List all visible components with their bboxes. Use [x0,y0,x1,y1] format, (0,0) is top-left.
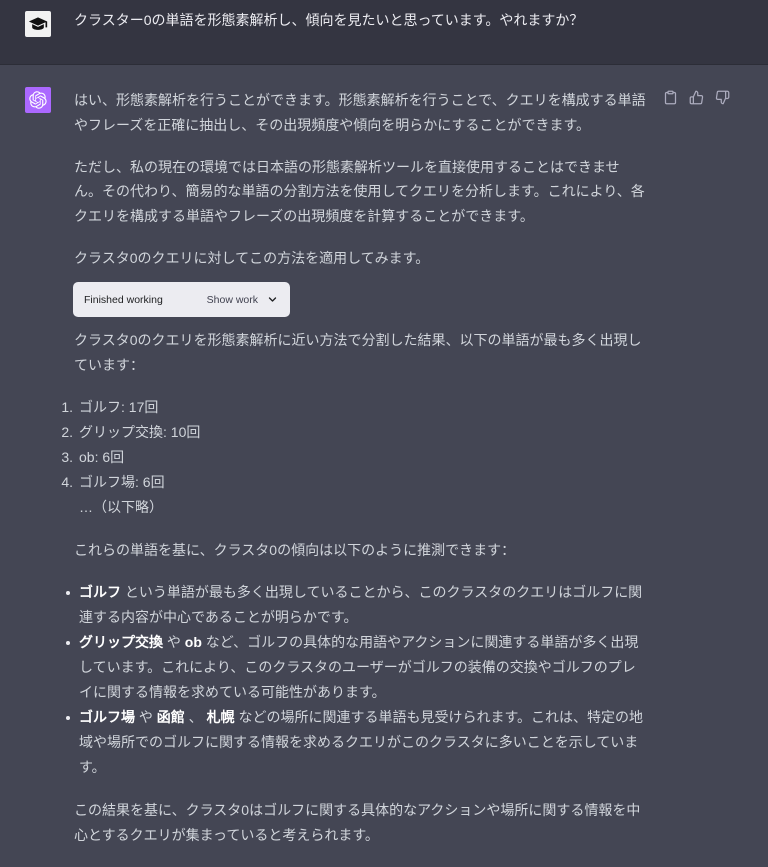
list-item: 3. ob: 6回 [61,445,646,470]
list-item-text: ゴルフ場: 6回 [79,473,165,490]
tool-status-box: Finished working Show work [73,282,290,318]
trend-keyword: 札幌 [206,709,235,725]
intro-paragraph: はい、形態素解析を行うことができます。形態素解析を行うことで、クエリを構成する単… [74,92,646,133]
trend-keyword: ob [184,634,202,650]
show-work-label: Show work [206,293,258,306]
list-item: 1. ゴルフ: 17回 [61,395,646,420]
assistant-avatar [25,87,51,113]
tool-status-label: Finished working [84,293,163,306]
show-work-toggle[interactable]: Show work [207,293,277,307]
trend-item: ゴルフ という単語が最も多く出現していることから、このクラスタのクエリはゴルフに… [66,580,646,630]
trend-keyword: ゴルフ [79,584,121,600]
assistant-message-row: はい、形態素解析を行うことができます。形態素解析を行うことで、クエリを構成する単… [0,65,768,867]
trend-text: や [135,709,157,725]
thumbs-up-button[interactable] [689,90,704,105]
trend-intro-paragraph: これらの単語を基に、クラスタ0の傾向は以下のように推測できます： [74,541,516,558]
openai-logo-icon [29,91,47,109]
trend-text: や [163,634,185,650]
trend-list: ゴルフ という単語が最も多く出現していることから、このクラスタのクエリはゴルフに… [66,580,646,780]
trend-keyword: 函館 [156,709,185,725]
list-omitted-note: …（以下略） [79,498,163,515]
thumbs-down-icon [715,90,730,105]
copy-button[interactable] [663,90,678,105]
assistant-message-content: はい、形態素解析を行うことができます。形態素解析を行うことで、クエリを構成する単… [61,88,646,865]
result-intro-paragraph: クラスタ0のクエリを形態素解析に近い方法で分割した結果、以下の単語が最も多く出現… [74,332,642,373]
list-item-text: ゴルフ: 17回 [79,398,159,415]
limitation-paragraph: ただし、私の現在の環境では日本語の形態素解析ツールを直接使用することはできません… [74,158,645,224]
trend-item: グリップ交換 や ob など、ゴルフの具体的な用語やアクションに関連する単語が多… [66,630,646,705]
trend-item: ゴルフ場 や 函館 、 札幌 などの場所に関連する単語も見受けられます。これは、… [66,705,646,780]
trend-keyword: グリップ交換 [79,634,163,650]
chevron-down-icon [268,297,277,302]
graduation-cap-icon [28,17,48,30]
thumbs-down-button[interactable] [715,90,730,105]
bullet-marker [66,590,70,595]
list-number: 2. [61,423,73,440]
message-actions [663,90,730,105]
conclusion-paragraph: この結果を基に、クラスタ0はゴルフに関する具体的なアクションや場所に関する情報を… [74,802,641,843]
list-item: 4. ゴルフ場: 6回 …（以下略） [61,470,646,520]
list-item-text: ob: 6回 [79,448,125,465]
trend-text: という単語が最も多く出現していることから、このクラスタのクエリはゴルフに関連する… [79,584,643,625]
list-number: 3. [61,448,73,465]
bullet-marker [66,640,70,645]
trend-keyword: ゴルフ場 [79,709,135,725]
top-words-list: 1. ゴルフ: 17回 2. グリップ交換: 10回 3. ob: 6回 4. ゴルフ場… [61,395,646,520]
list-number: 4. [61,473,73,490]
user-message-text: クラスター0の単語を形態素解析し、傾向を見たいと思っています。やれますか？ [74,12,584,28]
trend-text: 、 [184,709,207,725]
approach-paragraph: クラスタ0のクエリに対してこの方法を適用してみます。 [74,250,430,266]
list-number: 1. [61,398,73,415]
list-item: 2. グリップ交換: 10回 [61,420,646,445]
clipboard-icon [664,90,677,105]
user-message-row: クラスター0の単語を形態素解析し、傾向を見たいと思っています。やれますか？ [0,0,768,65]
bullet-marker [66,715,70,720]
user-avatar [25,11,51,37]
list-item-text: グリップ交換: 10回 [79,423,201,440]
thumbs-up-icon [689,90,704,105]
